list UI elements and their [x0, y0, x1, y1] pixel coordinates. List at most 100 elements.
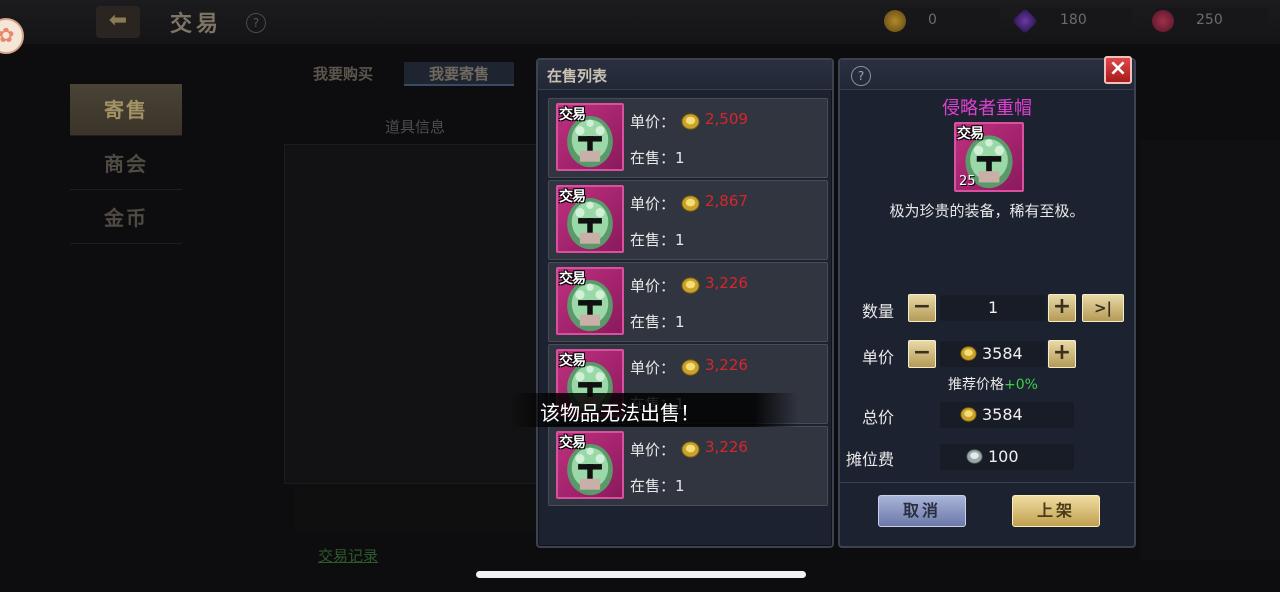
stock-label: 在售： [630, 231, 676, 249]
quantity-value: 1 [988, 298, 999, 317]
detail-header: ? × [840, 56, 1134, 90]
gold-coin-icon [681, 441, 700, 458]
trade-screen: { "header": { "title": "交易", "help": "?"… [0, 0, 1280, 592]
recommend-label: 推荐价格 [948, 377, 1004, 393]
help-icon[interactable]: ? [851, 66, 871, 86]
divider [840, 482, 1134, 483]
stock-value: 1 [675, 149, 685, 167]
total-field: 3584 [940, 402, 1074, 428]
help-icon[interactable]: ? [246, 13, 266, 33]
silver-coin-icon [966, 449, 983, 464]
stock-value: 1 [675, 477, 685, 495]
recommend-percent: +0% [1004, 377, 1038, 393]
trade-tag: 交易 [957, 126, 984, 142]
listing-stock: 在售：1 [630, 229, 685, 250]
gold-coin-icon [681, 195, 700, 212]
stock-value: 1 [675, 231, 685, 249]
trade-tag: 交易 [559, 271, 586, 287]
gem-resource: 250 [1152, 8, 1268, 34]
listing-title: 在售列表 [547, 67, 608, 85]
item-description: 极为珍贵的装备，稀有至极。 [889, 202, 1085, 220]
gem-value: 250 [1196, 12, 1223, 28]
quantity-field[interactable]: 1 [940, 295, 1046, 321]
listing-panel: 在售列表 交易 单价： 2,509 在售：1 交易 单价： 2,867 在售：1 交易 单价： 3,… [536, 58, 834, 548]
gold-coin-icon [960, 346, 977, 361]
trade-tag: 交易 [559, 107, 586, 123]
trade-tag: 交易 [559, 189, 586, 205]
item-info-footer [294, 488, 540, 532]
listing-item[interactable]: 交易 单价： 2,867 在售：1 [548, 180, 828, 260]
sidebar-item-guild[interactable]: 商会 [70, 138, 182, 190]
sidebar-item-gold[interactable]: 金币 [70, 192, 182, 244]
tab-buy[interactable]: 我要购买 [288, 62, 398, 86]
home-indicator[interactable] [476, 571, 806, 578]
unit-price-value: 3584 [982, 344, 1023, 363]
item-thumbnail: 交易 [556, 267, 624, 335]
listing-item[interactable]: 交易 单价： 3,226 在售：1 [548, 262, 828, 342]
unit-price-label: 单价 [862, 348, 895, 367]
unit-price-field[interactable]: 3584 [940, 341, 1046, 367]
gold-coin-icon [681, 113, 700, 130]
quantity-minus-button[interactable]: − [908, 294, 936, 322]
stall-fee-value: 100 [988, 447, 1019, 466]
diamond-value: 180 [1060, 12, 1087, 28]
gold-coin-icon [681, 277, 700, 294]
quantity-plus-button[interactable]: + [1048, 294, 1076, 322]
close-button[interactable]: × [1104, 56, 1132, 84]
gold-coin-icon [884, 10, 906, 32]
trade-record-link[interactable]: 交易记录 [318, 545, 378, 566]
unit-price-label: 单价： [630, 359, 676, 377]
price-plus-button[interactable]: + [1048, 340, 1076, 368]
price-minus-button[interactable]: − [908, 340, 936, 368]
listing-item[interactable]: 交易 单价： 3,226 在售：1 [548, 426, 828, 506]
list-for-sale-button[interactable]: 上架 [1012, 495, 1100, 527]
consign-detail-panel: ? × 侵略者重帽 交易 25 极为珍贵的装备，稀有至极。 数量 − 1 + >… [838, 56, 1136, 548]
item-thumbnail: 交易 [556, 103, 624, 171]
background-right-panel [1140, 140, 1280, 560]
item-thumbnail: 交易 [556, 431, 624, 499]
unit-price-label: 单价： [630, 441, 676, 459]
listing-stock: 在售：1 [630, 147, 685, 168]
toast-text: 该物品无法出售！ [540, 401, 700, 425]
purple-diamond-icon [1012, 8, 1038, 34]
item-name: 侵略者重帽 [942, 98, 1032, 119]
top-bar: ⬅ 交易 ? 0 180 250 [0, 0, 1280, 44]
item-icon: 交易 25 [954, 122, 1024, 192]
item-info-label: 道具信息 [384, 118, 445, 136]
unit-price-label: 单价： [630, 195, 676, 213]
stock-label: 在售： [630, 149, 676, 167]
unit-price-label: 单价： [630, 113, 676, 131]
quantity-max-button[interactable]: >| [1082, 294, 1124, 322]
listing-price: 3,226 [705, 274, 748, 292]
cancel-button[interactable]: 取消 [878, 495, 966, 527]
quantity-label: 数量 [862, 302, 895, 321]
listing-stock: 在售：1 [630, 475, 685, 496]
sidebar-item-consign[interactable]: 寄售 [70, 84, 182, 136]
back-button[interactable]: ⬅ [96, 6, 140, 38]
tab-consign[interactable]: 我要寄售 [404, 62, 514, 86]
gold-resource: 0 [884, 8, 1000, 34]
listing-price: 2,867 [705, 192, 748, 210]
page-title: 交易 [170, 11, 223, 37]
item-level: 25 [959, 174, 976, 189]
total-label: 总价 [862, 408, 895, 427]
total-value: 3584 [982, 405, 1023, 424]
trade-tag: 交易 [559, 435, 586, 451]
listing-price: 2,509 [705, 110, 748, 128]
toast-message: 该物品无法出售！ [508, 393, 798, 427]
back-arrow-icon: ⬅ [108, 8, 128, 33]
recommended-price: 推荐价格+0% [948, 374, 1038, 394]
stall-fee-field: 100 [940, 444, 1074, 470]
gold-coin-icon [960, 407, 977, 422]
diamond-resource: 180 [1012, 8, 1132, 34]
stock-value: 1 [675, 313, 685, 331]
stock-label: 在售： [630, 477, 676, 495]
gold-value: 0 [928, 12, 937, 28]
listing-price: 3,226 [705, 356, 748, 374]
listing-stock: 在售：1 [630, 311, 685, 332]
listing-header: 在售列表 [538, 60, 832, 90]
listing-item[interactable]: 交易 单价： 2,509 在售：1 [548, 98, 828, 178]
stall-fee-label: 摊位费 [846, 450, 895, 469]
item-thumbnail: 交易 [556, 185, 624, 253]
red-gem-icon [1152, 10, 1174, 32]
